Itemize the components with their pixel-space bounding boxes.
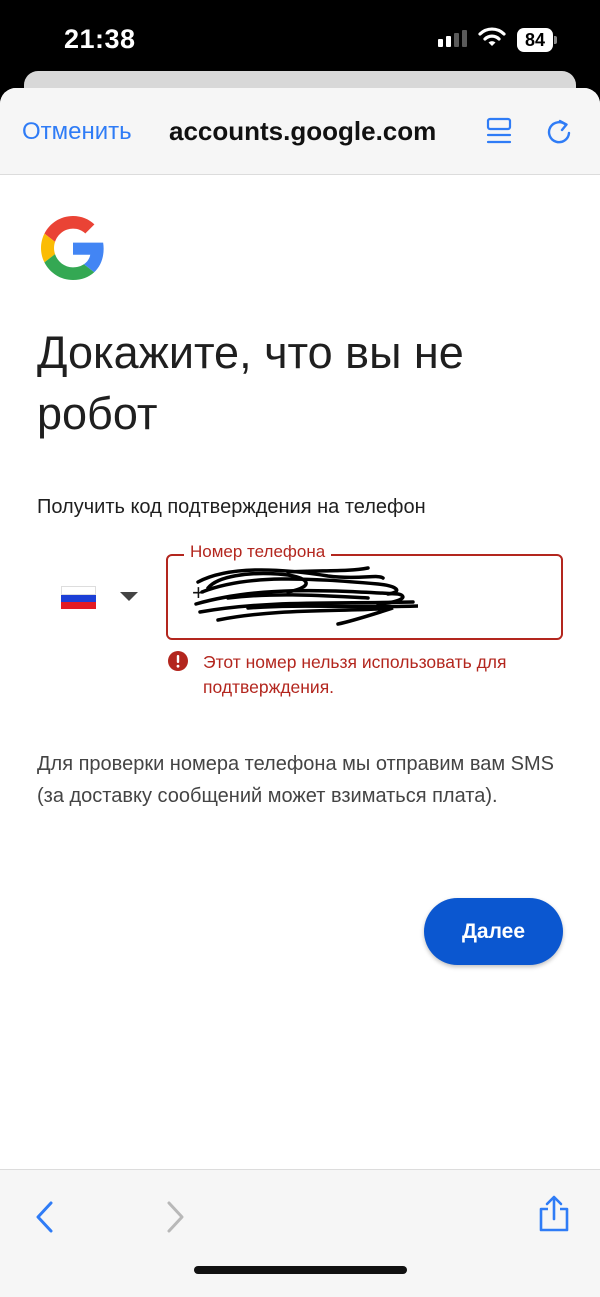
cellular-signal-icon — [438, 30, 467, 47]
russia-flag-icon — [61, 586, 96, 609]
cancel-button[interactable]: Отменить — [22, 118, 132, 146]
url-label: accounts.google.com — [169, 116, 437, 146]
reload-icon[interactable] — [545, 116, 573, 151]
wifi-icon — [478, 26, 506, 53]
chevron-down-icon — [120, 592, 138, 601]
reader-mode-icon[interactable] — [486, 117, 512, 152]
battery-level: 84 — [517, 28, 553, 52]
redaction-scribble — [194, 566, 418, 626]
sms-info-text: Для проверки номера телефона мы отправим… — [37, 753, 555, 807]
browser-sheet: Отменить accounts.google.com Докажите, ч… — [0, 88, 600, 1297]
page-title: Докажите, что вы не робот — [37, 327, 464, 439]
share-icon[interactable] — [537, 1195, 571, 1238]
next-button[interactable]: Далее — [424, 898, 563, 965]
battery-icon: 84 — [517, 28, 557, 52]
back-icon[interactable] — [33, 1200, 57, 1239]
error-message: Этот номер нельзя использовать для подтв… — [203, 652, 507, 697]
phone-field-label: Номер телефона — [184, 542, 332, 562]
phone-number-input[interactable]: Номер телефона + — [166, 542, 563, 640]
forward-icon[interactable] — [163, 1200, 187, 1239]
google-logo-icon — [41, 216, 105, 285]
country-select[interactable] — [48, 574, 148, 620]
error-icon — [167, 650, 189, 677]
browser-toolbar — [0, 1169, 600, 1297]
status-time: 21:38 — [64, 24, 136, 54]
home-indicator — [194, 1266, 407, 1274]
status-bar: 21:38 84 — [0, 0, 600, 80]
browser-nav-bar: Отменить accounts.google.com — [0, 88, 600, 175]
page-subtitle: Получить код подтверждения на телефон — [37, 496, 426, 518]
